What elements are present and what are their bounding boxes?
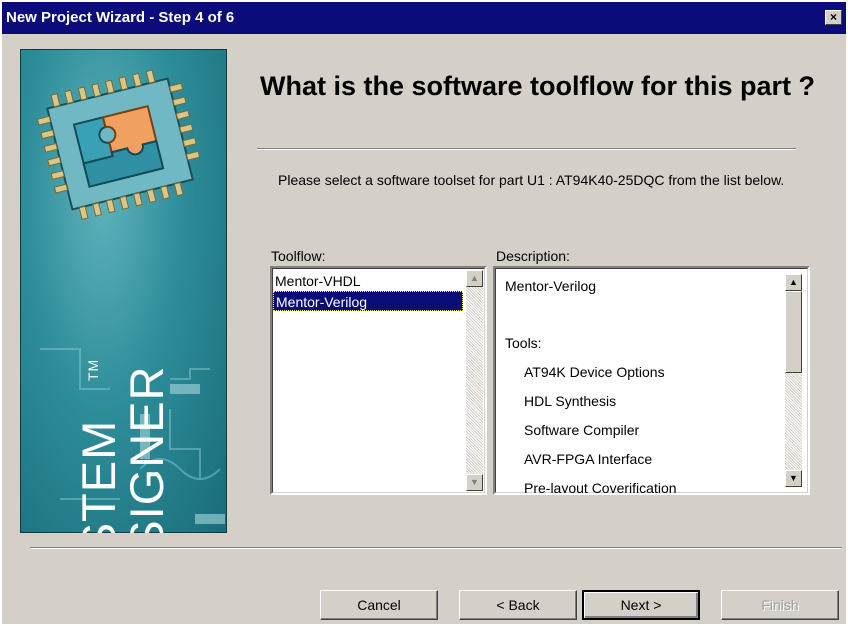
description-title: Mentor-Verilog xyxy=(505,278,597,294)
toolflow-scrollbar[interactable]: ▲ ▼ xyxy=(466,270,483,491)
instruction-text: Please select a software toolset for par… xyxy=(278,172,785,188)
title-bar[interactable]: New Project Wizard - Step 4 of 6 × xyxy=(2,2,846,34)
window-title: New Project Wizard - Step 4 of 6 xyxy=(6,9,235,26)
scroll-down-arrow-icon: ▼ xyxy=(789,473,798,483)
description-box[interactable]: Mentor-Verilog Tools: AT94K Device Optio… xyxy=(493,266,810,495)
close-icon: × xyxy=(829,10,837,24)
description-label: Description: xyxy=(496,248,570,264)
cancel-button[interactable]: Cancel xyxy=(320,590,438,620)
scroll-up-arrow-icon: ▲ xyxy=(789,277,798,287)
page-heading: What is the software toolflow for this p… xyxy=(260,71,816,101)
footer-divider xyxy=(30,547,842,549)
description-tool-item: AT94K Device Options xyxy=(524,364,665,380)
brand-line-2: DESIGNER xyxy=(120,365,173,534)
scroll-up-arrow-icon: ▲ xyxy=(470,273,479,283)
toolflow-label: Toolflow: xyxy=(271,248,326,264)
scroll-thumb[interactable] xyxy=(785,291,802,373)
trademark-mark: TM xyxy=(85,358,101,381)
description-tool-item: HDL Synthesis xyxy=(524,393,617,409)
scroll-down-button[interactable]: ▼ xyxy=(466,474,483,491)
scroll-up-button[interactable]: ▲ xyxy=(466,270,483,287)
back-button[interactable]: < Back xyxy=(459,590,577,620)
finish-button[interactable]: Finish xyxy=(721,590,839,620)
toolflow-item-mentor-verilog[interactable]: Mentor-Verilog xyxy=(273,291,463,311)
brand-wordmark: SYSTEM DESIGNER TM xyxy=(72,189,175,534)
description-tool-item: AVR-FPGA Interface xyxy=(524,451,653,467)
next-button[interactable]: Next > xyxy=(582,590,700,620)
description-tools-label: Tools: xyxy=(505,335,542,351)
system-designer-banner: SYSTEM DESIGNER TM xyxy=(20,49,227,533)
description-tool-item: Pre-layout Coverification xyxy=(524,480,677,495)
scroll-up-button[interactable]: ▲ xyxy=(785,274,802,291)
toolflow-item-mentor-vhdl[interactable]: Mentor-VHDL xyxy=(273,271,465,291)
close-button[interactable]: × xyxy=(825,10,842,25)
scroll-down-arrow-icon: ▼ xyxy=(470,477,479,487)
heading-divider xyxy=(257,148,796,150)
scroll-down-button[interactable]: ▼ xyxy=(785,470,802,487)
description-scrollbar[interactable]: ▲ ▼ xyxy=(785,274,802,487)
wizard-window: New Project Wizard - Step 4 of 6 × SYSTE… xyxy=(2,2,846,624)
description-tool-item: Software Compiler xyxy=(524,422,640,438)
toolflow-list[interactable]: Mentor-VHDL Mentor-Verilog ▲ ▼ xyxy=(270,266,487,495)
